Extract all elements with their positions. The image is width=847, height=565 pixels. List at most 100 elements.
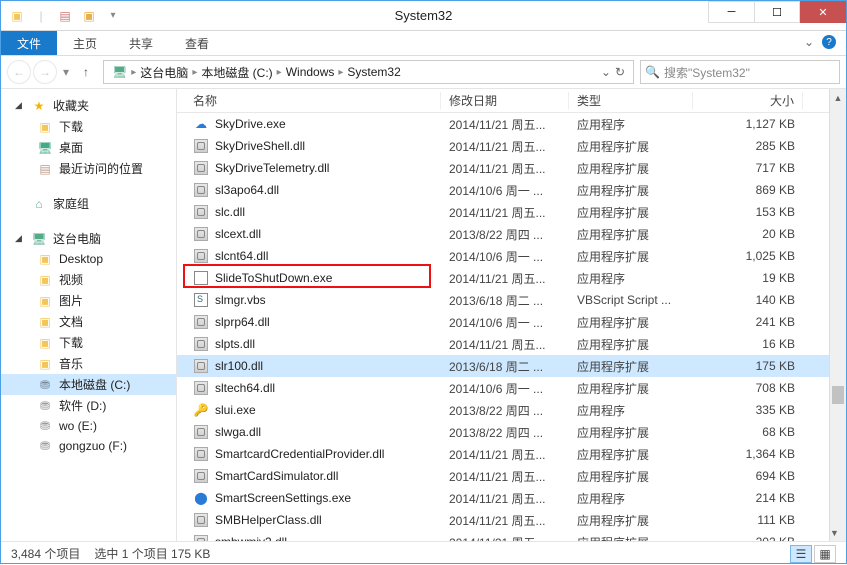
file-name: sltech64.dll [215, 381, 275, 395]
breadcrumb-seg-drive[interactable]: 本地磁盘 (C:) [197, 64, 276, 81]
file-row[interactable]: ⬤SmartScreenSettings.exe2014/11/21 周五...… [177, 487, 846, 509]
file-icon [193, 160, 209, 176]
back-button[interactable]: ← [7, 60, 31, 84]
nav-item-drive-e[interactable]: ⛃wo (E:) [1, 416, 176, 436]
nav-item-drive-f[interactable]: ⛃gongzuo (F:) [1, 436, 176, 456]
file-row[interactable]: sltech64.dll2014/10/6 周一 ...应用程序扩展708 KB [177, 377, 846, 399]
file-row[interactable]: SMBHelperClass.dll2014/11/21 周五...应用程序扩展… [177, 509, 846, 531]
file-name: SkyDriveTelemetry.dll [215, 161, 329, 175]
file-icon [193, 534, 209, 541]
scroll-up-icon[interactable]: ▲ [830, 89, 846, 106]
collapse-icon[interactable]: ◢ [15, 233, 25, 244]
file-row[interactable]: SkyDriveShell.dll2014/11/21 周五...应用程序扩展2… [177, 135, 846, 157]
nav-item-pictures[interactable]: ▣图片 [1, 290, 176, 311]
nav-item-videos[interactable]: ▣视频 [1, 269, 176, 290]
file-date: 2013/6/18 周二 ... [441, 292, 569, 309]
file-date: 2013/6/18 周二 ... [441, 358, 569, 375]
file-date: 2014/11/21 周五... [441, 160, 569, 177]
help-icon[interactable]: ? [822, 35, 836, 49]
folder-icon: ▣ [9, 8, 25, 24]
file-size: 202 KB [693, 535, 803, 541]
homegroup-icon: ⌂ [31, 196, 47, 212]
file-row[interactable]: sl3apo64.dll2014/10/6 周一 ...应用程序扩展869 KB [177, 179, 846, 201]
nav-item-recent[interactable]: ▤最近访问的位置 [1, 158, 176, 179]
file-type: 应用程序扩展 [569, 534, 693, 542]
tab-view[interactable]: 查看 [169, 31, 225, 55]
recent-icon: ▤ [37, 161, 53, 177]
file-row[interactable]: slmgr.vbs2013/6/18 周二 ...VBScript Script… [177, 289, 846, 311]
file-row[interactable]: slcext.dll2013/8/22 周四 ...应用程序扩展20 KB [177, 223, 846, 245]
file-row[interactable]: slc.dll2014/11/21 周五...应用程序扩展153 KB [177, 201, 846, 223]
scroll-thumb[interactable] [832, 386, 844, 404]
nav-item-desktop2[interactable]: ▣Desktop [1, 249, 176, 269]
nav-item-documents[interactable]: ▣文档 [1, 311, 176, 332]
file-row[interactable]: slprp64.dll2014/10/6 周一 ...应用程序扩展241 KB [177, 311, 846, 333]
collapse-icon[interactable]: ◢ [15, 100, 25, 111]
file-tab[interactable]: 文件 [1, 31, 57, 55]
details-view-button[interactable]: ☰ [790, 545, 812, 563]
address-bar[interactable]: 🖥 ▸ 这台电脑 ▸ 本地磁盘 (C:) ▸ Windows ▸ System3… [103, 60, 634, 84]
column-size[interactable]: 大小 [693, 92, 803, 109]
minimize-button[interactable]: ─ [708, 1, 754, 23]
scroll-track[interactable] [830, 106, 846, 524]
breadcrumb-seg-system32[interactable]: System32 [343, 65, 404, 79]
file-row[interactable]: slwga.dll2013/8/22 周四 ...应用程序扩展68 KB [177, 421, 846, 443]
column-date[interactable]: 修改日期 [441, 92, 569, 109]
icons-view-button[interactable]: ▦ [814, 545, 836, 563]
file-type: 应用程序 [569, 270, 693, 287]
file-row[interactable]: SlideToShutDown.exe2014/11/21 周五...应用程序1… [177, 267, 846, 289]
column-type[interactable]: 类型 [569, 92, 693, 109]
file-row[interactable]: slpts.dll2014/11/21 周五...应用程序扩展16 KB [177, 333, 846, 355]
ribbon-expand-icon[interactable]: ⌄ [804, 35, 814, 49]
navigation-toolbar: ← → ▾ ↑ 🖥 ▸ 这台电脑 ▸ 本地磁盘 (C:) ▸ Windows ▸… [1, 56, 846, 89]
file-row[interactable]: slcnt64.dll2014/10/6 周一 ...应用程序扩展1,025 K… [177, 245, 846, 267]
address-dropdown-icon[interactable]: ⌄ [601, 65, 611, 79]
drive-icon: ⛃ [37, 398, 53, 414]
search-input[interactable]: 🔍 搜索"System32" [640, 60, 840, 84]
nav-item-drive-d[interactable]: ⛃软件 (D:) [1, 395, 176, 416]
nav-item-desktop[interactable]: 🖥桌面 [1, 137, 176, 158]
scroll-down-icon[interactable]: ▼ [830, 524, 839, 541]
file-icon [193, 512, 209, 528]
file-row[interactable]: SkyDriveTelemetry.dll2014/11/21 周五...应用程… [177, 157, 846, 179]
scrollbar[interactable]: ▲ ▼ [829, 89, 846, 541]
file-row[interactable]: ☁SkyDrive.exe2014/11/21 周五...应用程序1,127 K… [177, 113, 846, 135]
nav-item-music[interactable]: ▣音乐 [1, 353, 176, 374]
tab-home[interactable]: 主页 [57, 31, 113, 55]
qat-dropdown-icon[interactable]: ▾ [105, 8, 121, 24]
nav-favorites-header[interactable]: ◢★收藏夹 [1, 95, 176, 116]
close-button[interactable]: ✕ [800, 1, 846, 23]
new-folder-icon[interactable]: ▣ [81, 8, 97, 24]
column-name[interactable]: 名称 [185, 92, 441, 109]
up-button[interactable]: ↑ [75, 61, 97, 83]
file-row[interactable]: smbwmiv2.dll2014/11/21 周五应用程序扩展202 KB [177, 531, 846, 541]
nav-item-downloads[interactable]: ▣下载 [1, 116, 176, 137]
file-rows: ☁SkyDrive.exe2014/11/21 周五...应用程序1,127 K… [177, 113, 846, 541]
file-name: sl3apo64.dll [215, 183, 279, 197]
file-type: 应用程序扩展 [569, 226, 693, 243]
file-size: 1,127 KB [693, 117, 803, 131]
properties-icon[interactable]: ▤ [57, 8, 73, 24]
desktop-icon: 🖥 [37, 140, 53, 156]
quick-access-toolbar: ▣ | ▤ ▣ ▾ [1, 8, 129, 24]
nav-thispc-header[interactable]: ◢🖥这台电脑 [1, 228, 176, 249]
breadcrumb-seg-windows[interactable]: Windows [282, 65, 339, 79]
forward-button[interactable]: → [33, 60, 57, 84]
file-row[interactable]: SmartCardSimulator.dll2014/11/21 周五...应用… [177, 465, 846, 487]
tab-share[interactable]: 共享 [113, 31, 169, 55]
file-row[interactable]: 🔑slui.exe2013/8/22 周四 ...应用程序335 KB [177, 399, 846, 421]
nav-item-downloads2[interactable]: ▣下载 [1, 332, 176, 353]
folder-icon: ▣ [37, 293, 53, 309]
breadcrumb-pc-icon[interactable]: 🖥 [108, 65, 131, 79]
file-name: SmartcardCredentialProvider.dll [215, 447, 384, 461]
nav-item-drive-c[interactable]: ⛃本地磁盘 (C:) [1, 374, 176, 395]
folder-icon: ▣ [37, 356, 53, 372]
breadcrumb-seg-pc[interactable]: 这台电脑 [136, 64, 192, 81]
nav-homegroup-header[interactable]: ⌂家庭组 [1, 193, 176, 214]
maximize-button[interactable]: ☐ [754, 1, 800, 23]
file-row[interactable]: SmartcardCredentialProvider.dll2014/11/2… [177, 443, 846, 465]
refresh-icon[interactable]: ↻ [615, 65, 625, 79]
recent-locations-icon[interactable]: ▾ [59, 65, 73, 79]
file-row[interactable]: slr100.dll2013/6/18 周二 ...应用程序扩展175 KB [177, 355, 846, 377]
file-name: SkyDrive.exe [215, 117, 286, 131]
